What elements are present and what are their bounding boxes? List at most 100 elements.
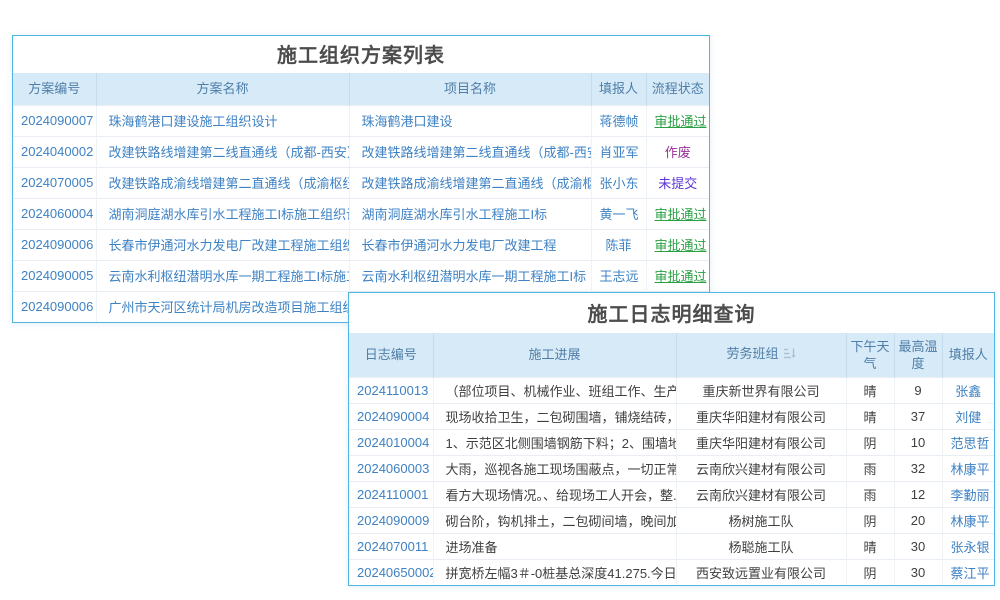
plan-list-panel: 施工组织方案列表 方案编号 方案名称 项目名称 填报人 流程状态 2024090…: [12, 35, 710, 323]
plan-id-cell[interactable]: 2024090007: [13, 105, 96, 136]
column-header-log-reporter: 填报人: [942, 333, 994, 377]
status-badge[interactable]: 审批通过: [646, 260, 709, 291]
reporter-cell[interactable]: 陈菲: [591, 229, 646, 260]
max-temp-cell: 30: [894, 559, 942, 585]
project-name-cell[interactable]: 长春市伊通河水力发电厂改建工程: [349, 229, 591, 260]
column-header-reporter: 填报人: [591, 73, 646, 105]
log-reporter-cell[interactable]: 范思哲: [942, 429, 994, 455]
log-id-cell[interactable]: 2024110013: [349, 377, 433, 403]
team-cell: 重庆华阳建材有限公司: [676, 403, 846, 429]
log-id-cell[interactable]: 2024090004: [349, 403, 433, 429]
column-header-status: 流程状态: [646, 73, 709, 105]
progress-cell: 砌台阶，钩机排土，二包砌间墙，晚间加...: [433, 507, 676, 533]
max-temp-cell: 20: [894, 507, 942, 533]
progress-cell: 大雨，巡视各施工现场围蔽点，一切正常...: [433, 455, 676, 481]
team-cell: 西安致远置业有限公司: [676, 559, 846, 585]
progress-cell: 拼宽桥左幅3＃-0桩基总深度41.275.今日进...: [433, 559, 676, 585]
weather-cell: 晴: [846, 533, 894, 559]
plan-name-cell[interactable]: 云南水利枢纽潜明水库一期工程施工I标施工组...: [96, 260, 349, 291]
table-row: 2024070005 改建铁路成渝线增建第二直通线（成渝枢纽）... 改建铁路成…: [13, 167, 709, 198]
reporter-cell[interactable]: 蒋德帧: [591, 105, 646, 136]
plan-id-cell[interactable]: 2024060004: [13, 198, 96, 229]
log-table: 日志编号 施工进展 劳务班组 下午天气 最高温度 填报人 2024110013 …: [349, 333, 994, 585]
log-id-cell[interactable]: 2024070011: [349, 533, 433, 559]
project-name-cell[interactable]: 改建铁路线增建第二线直通线（成都-西安...: [349, 136, 591, 167]
table-row: 20240650002 拼宽桥左幅3＃-0桩基总深度41.275.今日进... …: [349, 559, 994, 585]
column-header-max-temp: 最高温度: [894, 333, 942, 377]
status-badge[interactable]: 作废: [646, 136, 709, 167]
log-reporter-cell[interactable]: 蔡江平: [942, 559, 994, 585]
column-header-team-label: 劳务班组: [726, 346, 778, 361]
team-cell: 重庆新世界有限公司: [676, 377, 846, 403]
plan-list-title: 施工组织方案列表: [13, 36, 709, 73]
log-reporter-cell[interactable]: 林康平: [942, 507, 994, 533]
log-reporter-cell[interactable]: 张永银: [942, 533, 994, 559]
weather-cell: 阴: [846, 559, 894, 585]
project-name-cell[interactable]: 湖南洞庭湖水库引水工程施工I标: [349, 198, 591, 229]
table-row: 2024070011 进场准备 杨聪施工队 晴 30 张永银: [349, 533, 994, 559]
table-row: 2024110013 （部位项目、机械作业、班组工作、生产... 重庆新世界有限…: [349, 377, 994, 403]
plan-id-cell[interactable]: 2024090006: [13, 291, 96, 322]
reporter-cell[interactable]: 王志远: [591, 260, 646, 291]
team-cell: 重庆华阳建材有限公司: [676, 429, 846, 455]
plan-id-cell[interactable]: 2024090006: [13, 229, 96, 260]
reporter-cell[interactable]: 肖亚军: [591, 136, 646, 167]
team-cell: 杨树施工队: [676, 507, 846, 533]
reporter-cell[interactable]: 黄一飞: [591, 198, 646, 229]
table-row: 2024090006 长春市伊通河水力发电厂改建工程施工组织设计 长春市伊通河水…: [13, 229, 709, 260]
sort-icon[interactable]: [783, 347, 796, 364]
plan-id-cell[interactable]: 2024090005: [13, 260, 96, 291]
column-header-progress: 施工进展: [433, 333, 676, 377]
plan-name-cell[interactable]: 改建铁路成渝线增建第二直通线（成渝枢纽）...: [96, 167, 349, 198]
log-id-cell[interactable]: 2024090009: [349, 507, 433, 533]
plan-name-cell[interactable]: 广州市天河区统计局机房改造项目施工组织设计: [96, 291, 349, 322]
table-row: 2024110001 看方大现场情况。、给现场工人开会，整... 云南欣兴建材有…: [349, 481, 994, 507]
team-cell: 云南欣兴建材有限公司: [676, 455, 846, 481]
status-badge[interactable]: 审批通过: [646, 229, 709, 260]
table-row: 2024090005 云南水利枢纽潜明水库一期工程施工I标施工组... 云南水利…: [13, 260, 709, 291]
column-header-project-name: 项目名称: [349, 73, 591, 105]
table-row: 2024060003 大雨，巡视各施工现场围蔽点，一切正常... 云南欣兴建材有…: [349, 455, 994, 481]
column-header-plan-id: 方案编号: [13, 73, 96, 105]
status-badge[interactable]: 未提交: [646, 167, 709, 198]
log-reporter-cell[interactable]: 张鑫: [942, 377, 994, 403]
plan-id-cell[interactable]: 2024040002: [13, 136, 96, 167]
log-id-cell[interactable]: 20240650002: [349, 559, 433, 585]
column-header-log-id: 日志编号: [349, 333, 433, 377]
table-row: 2024090004 现场收拾卫生，二包砌围墙，铺烧结砖，... 重庆华阳建材有…: [349, 403, 994, 429]
plan-table-header-row: 方案编号 方案名称 项目名称 填报人 流程状态: [13, 73, 709, 105]
log-reporter-cell[interactable]: 李勤丽: [942, 481, 994, 507]
max-temp-cell: 37: [894, 403, 942, 429]
log-id-cell[interactable]: 2024010004: [349, 429, 433, 455]
progress-cell: （部位项目、机械作业、班组工作、生产...: [433, 377, 676, 403]
plan-id-cell[interactable]: 2024070005: [13, 167, 96, 198]
log-id-cell[interactable]: 2024110001: [349, 481, 433, 507]
status-badge[interactable]: 审批通过: [646, 105, 709, 136]
project-name-cell[interactable]: 改建铁路成渝线增建第二直通线（成渝枢...: [349, 167, 591, 198]
column-header-team: 劳务班组: [676, 333, 846, 377]
reporter-cell[interactable]: 张小东: [591, 167, 646, 198]
table-row: 2024090007 珠海鹤港口建设施工组织设计 珠海鹤港口建设 蒋德帧 审批通…: [13, 105, 709, 136]
log-id-cell[interactable]: 2024060003: [349, 455, 433, 481]
log-reporter-cell[interactable]: 刘健: [942, 403, 994, 429]
status-badge[interactable]: 审批通过: [646, 198, 709, 229]
log-reporter-cell[interactable]: 林康平: [942, 455, 994, 481]
weather-cell: 雨: [846, 481, 894, 507]
weather-cell: 晴: [846, 377, 894, 403]
project-name-cell[interactable]: 珠海鹤港口建设: [349, 105, 591, 136]
weather-cell: 阴: [846, 507, 894, 533]
plan-name-cell[interactable]: 湖南洞庭湖水库引水工程施工I标施工组织设计: [96, 198, 349, 229]
column-header-plan-name: 方案名称: [96, 73, 349, 105]
progress-cell: 进场准备: [433, 533, 676, 559]
plan-name-cell[interactable]: 长春市伊通河水力发电厂改建工程施工组织设计: [96, 229, 349, 260]
progress-cell: 现场收拾卫生，二包砌围墙，铺烧结砖，...: [433, 403, 676, 429]
table-row: 2024060004 湖南洞庭湖水库引水工程施工I标施工组织设计 湖南洞庭湖水库…: [13, 198, 709, 229]
plan-name-cell[interactable]: 改建铁路线增建第二线直通线（成都-西安）...: [96, 136, 349, 167]
project-name-cell[interactable]: 云南水利枢纽潜明水库一期工程施工I标: [349, 260, 591, 291]
team-cell: 杨聪施工队: [676, 533, 846, 559]
column-header-weather: 下午天气: [846, 333, 894, 377]
plan-table-body: 2024090007 珠海鹤港口建设施工组织设计 珠海鹤港口建设 蒋德帧 审批通…: [13, 105, 709, 322]
weather-cell: 雨: [846, 455, 894, 481]
log-detail-title: 施工日志明细查询: [349, 293, 994, 333]
plan-name-cell[interactable]: 珠海鹤港口建设施工组织设计: [96, 105, 349, 136]
